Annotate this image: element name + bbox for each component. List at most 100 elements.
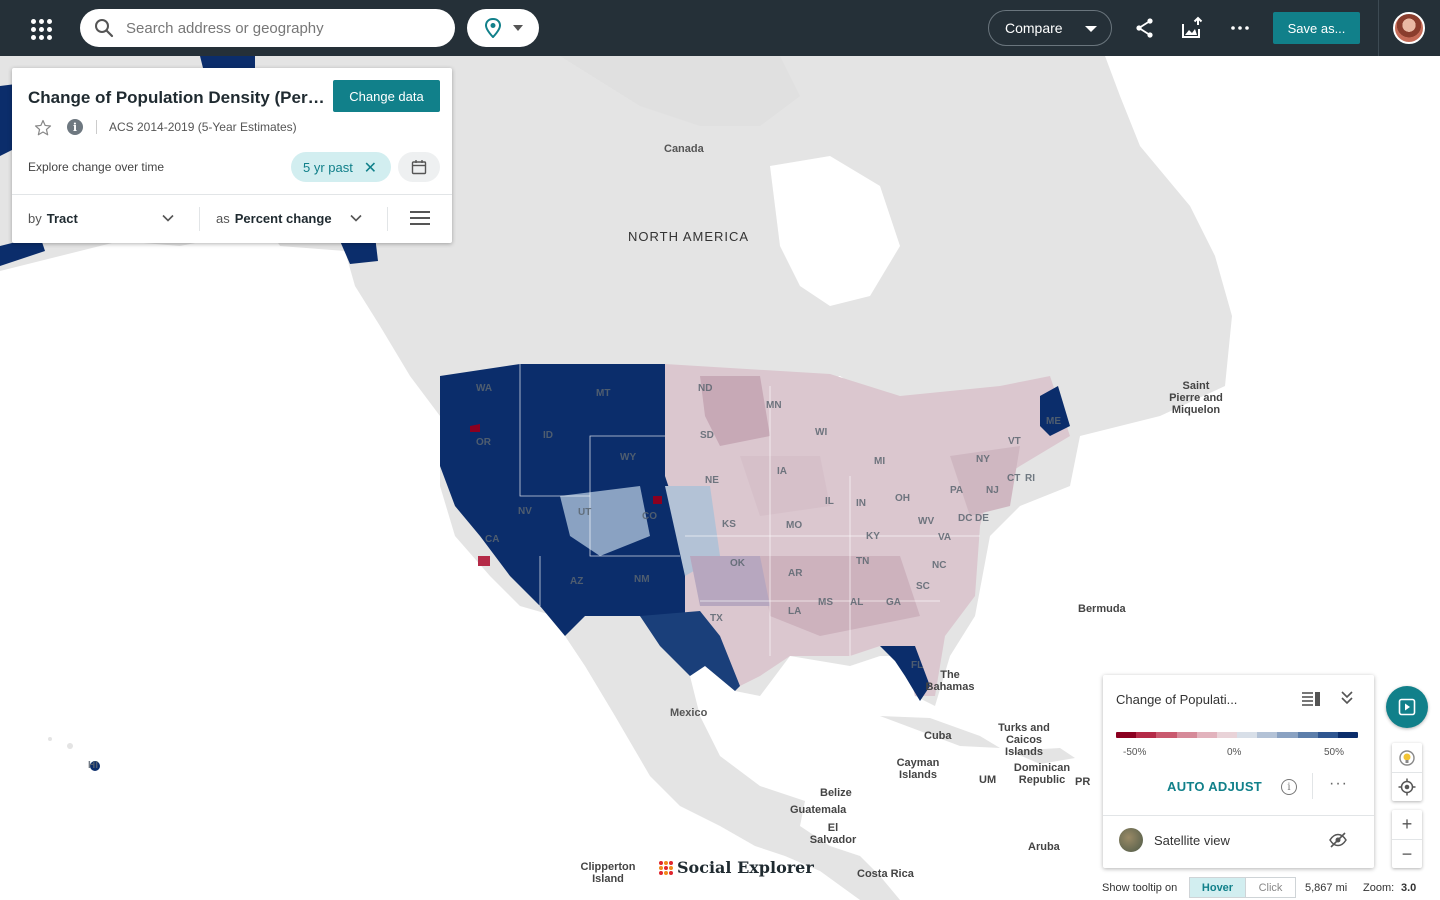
state-label: VT <box>1008 436 1021 447</box>
hawaii-1 <box>48 737 52 741</box>
location-button[interactable] <box>467 9 539 47</box>
state-label: RI <box>1025 473 1035 484</box>
compare-label: Compare <box>1005 20 1063 36</box>
dataset-title[interactable]: Change of Population Density (Per Sq.... <box>28 88 328 108</box>
legend-color-swatch <box>1277 732 1298 738</box>
search-icon <box>95 19 114 38</box>
time-range-chip[interactable]: 5 yr past ✕ <box>291 152 391 182</box>
calendar-button[interactable] <box>398 152 440 182</box>
auto-adjust-button[interactable]: AUTO ADJUST <box>1167 779 1262 794</box>
state-label: WY <box>620 452 637 463</box>
state-label: MI <box>874 456 886 467</box>
more-options-icon[interactable] <box>1228 16 1252 40</box>
share-icon[interactable] <box>1133 16 1157 40</box>
zoom-value: 3.0 <box>1401 882 1417 894</box>
legend-color-swatch <box>1196 732 1217 738</box>
label-hi: HI <box>88 760 98 771</box>
state-label: CA <box>485 534 500 545</box>
change-data-button[interactable]: Change data <box>333 80 440 112</box>
state-label: SC <box>916 581 930 592</box>
state-label: CO <box>642 511 657 522</box>
lightbulb-icon <box>1399 749 1415 766</box>
state-label: MO <box>786 520 803 531</box>
zoom-in-button[interactable]: + <box>1392 810 1422 839</box>
legend-color-swatch <box>1116 732 1137 738</box>
display-mode-select[interactable]: as Percent change <box>216 194 362 243</box>
info-icon[interactable]: i <box>1281 779 1297 795</box>
legend-color-swatch <box>1176 732 1197 738</box>
us-choropleth <box>440 364 1070 701</box>
state-label: CT <box>1007 473 1021 484</box>
export-image-icon[interactable] <box>1180 16 1204 40</box>
hawaii-2 <box>67 743 73 749</box>
calendar-icon <box>411 160 427 175</box>
collapse-icon[interactable] <box>1339 690 1355 706</box>
state-label: PA <box>950 485 964 496</box>
location-controls <box>1392 743 1422 801</box>
label-costa-rica: Costa Rica <box>857 868 914 880</box>
play-slide-icon <box>1398 698 1416 716</box>
tooltip-hover-button[interactable]: Hover <box>1189 877 1246 898</box>
legend-color-swatch <box>1337 732 1358 738</box>
search-input[interactable] <box>126 19 426 37</box>
label-clipperton: Clipperton Island <box>580 861 636 885</box>
divider <box>1103 815 1374 816</box>
geo-value: Tract <box>46 211 78 226</box>
legend-color-swatch <box>1317 732 1338 738</box>
state-label: NC <box>932 560 947 571</box>
state-label: IN <box>856 498 866 509</box>
state-label: VA <box>938 532 952 543</box>
close-icon[interactable]: ✕ <box>364 158 377 178</box>
save-as-button[interactable]: Save as... <box>1273 12 1360 44</box>
satellite-view-label: Satellite view <box>1154 833 1230 848</box>
label-belize: Belize <box>820 787 852 799</box>
info-icon[interactable]: i <box>67 119 83 135</box>
zoom-out-button[interactable]: − <box>1392 839 1422 868</box>
label-bermuda: Bermuda <box>1078 603 1126 615</box>
tooltip-mode-label: Show tooltip on <box>1102 882 1178 894</box>
chevron-down-icon <box>350 214 362 222</box>
apps-grid-icon[interactable] <box>26 14 54 42</box>
compare-button[interactable]: Compare <box>988 10 1112 46</box>
divider <box>96 120 97 134</box>
presentation-button[interactable] <box>1386 686 1428 728</box>
mode-value: Percent change <box>234 211 332 226</box>
crosshair-icon <box>1398 778 1416 796</box>
logo-text: Social Explorer <box>677 858 814 877</box>
label-canada: Canada <box>664 143 704 155</box>
label-mexico: Mexico <box>670 707 708 719</box>
caret-down-icon <box>513 25 523 31</box>
label-bahamas: The Bahamas <box>925 669 975 693</box>
state-label: WA <box>476 383 493 394</box>
label-guatemala: Guatemala <box>790 804 847 816</box>
state-label: GA <box>886 597 901 608</box>
state-label: MT <box>596 388 611 399</box>
search-box <box>80 9 455 47</box>
state-label: FL <box>911 660 924 671</box>
place-marker-button[interactable] <box>1392 743 1422 772</box>
caret-down-icon <box>1085 26 1097 32</box>
avatar[interactable] <box>1393 12 1425 44</box>
zoom-label: Zoom: <box>1363 882 1395 894</box>
state-label: ND <box>698 383 713 394</box>
state-label: NE <box>705 475 719 486</box>
state-label: UT <box>578 507 592 518</box>
legend-color-swatch <box>1237 732 1258 738</box>
legend-layout-icon[interactable] <box>1301 691 1321 707</box>
star-icon[interactable] <box>34 119 52 137</box>
label-turks-caicos: Turks and Caicos Islands <box>998 722 1050 758</box>
state-label: IL <box>825 496 834 507</box>
legend-color-swatch <box>1297 732 1318 738</box>
divider <box>199 207 200 231</box>
eye-off-icon[interactable] <box>1328 830 1348 850</box>
label-north-america: NORTH AMERICA <box>628 229 750 244</box>
more-options-icon[interactable]: ··· <box>1329 775 1348 793</box>
tooltip-click-button[interactable]: Click <box>1245 877 1296 898</box>
my-location-button[interactable] <box>1392 772 1422 801</box>
divider <box>387 207 388 231</box>
satellite-thumbnail <box>1119 828 1143 852</box>
hamburger-menu-icon[interactable] <box>410 211 430 225</box>
state-label: AR <box>788 568 803 579</box>
geography-level-select[interactable]: by Tract <box>28 194 174 243</box>
state-label: TN <box>856 556 870 567</box>
